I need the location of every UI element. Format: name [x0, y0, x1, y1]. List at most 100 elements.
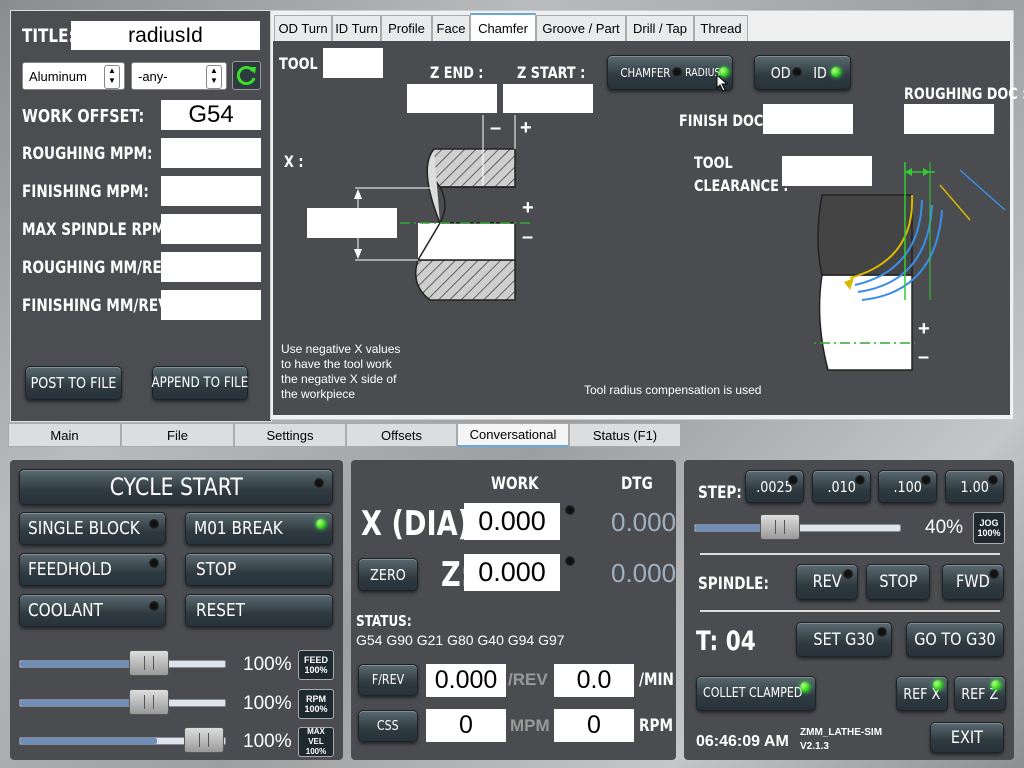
title-input[interactable]: radiusId: [71, 21, 260, 50]
jog-slider-thumb[interactable]: [760, 514, 800, 540]
step-0025-led: [788, 475, 798, 485]
roughing-mpm-field[interactable]: [161, 138, 261, 168]
tab-drill-tap[interactable]: Drill / Tap: [626, 15, 694, 41]
exit-label: EXIT: [950, 727, 984, 748]
tab-face[interactable]: Face: [432, 15, 470, 41]
tab-offsets[interactable]: Offsets: [346, 423, 457, 447]
css-button[interactable]: CSS: [358, 710, 418, 742]
coolant-label: COOLANT: [28, 600, 103, 621]
rpm-reset-button[interactable]: RPM 100%: [298, 689, 334, 719]
feed-reset-button[interactable]: FEED 100%: [298, 650, 334, 680]
spindle-fwd-button[interactable]: FWD: [942, 564, 1004, 600]
tab-conversational[interactable]: Conversational: [457, 423, 569, 447]
tab-id-turn[interactable]: ID Turn: [332, 15, 381, 41]
coolant-button[interactable]: COOLANT: [19, 594, 166, 627]
finishing-mpm-field[interactable]: [161, 176, 261, 206]
jog-reset-button[interactable]: JOG 100%: [973, 512, 1005, 544]
work-offset-field[interactable]: G54: [161, 100, 261, 130]
tab-file[interactable]: File: [121, 423, 234, 447]
set-g30-button[interactable]: SET G30: [796, 622, 892, 657]
maxvel-reset-button[interactable]: MAX VEL 100%: [298, 727, 334, 757]
grade-select[interactable]: -any- ▲ ▼: [131, 62, 227, 90]
stop-label: STOP: [196, 559, 237, 580]
tab-settings[interactable]: Settings: [234, 423, 346, 447]
step-1-00-button[interactable]: 1.00: [945, 470, 1004, 503]
step-1-00-led: [988, 475, 998, 485]
single-block-button[interactable]: SINGLE BLOCK: [19, 512, 166, 545]
append-to-file-button[interactable]: APPEND TO FILE: [152, 366, 248, 400]
tab-status[interactable]: Status (F1): [569, 423, 681, 447]
finishing-mmrev-field[interactable]: [161, 290, 261, 320]
collet-clamped-label: COLLET CLAMPED: [703, 686, 803, 701]
spindle-rpm-value[interactable]: 0: [554, 709, 634, 742]
tool-clearance-label-1: TOOL: [694, 153, 733, 172]
od-id-toggle[interactable]: OD ID: [754, 55, 851, 90]
tab-main[interactable]: Main: [8, 423, 121, 447]
css-value[interactable]: 0: [426, 709, 506, 742]
z-work-value[interactable]: 0.000: [464, 554, 560, 591]
ref-x-button[interactable]: REF X: [896, 676, 948, 711]
z-end-field[interactable]: [407, 84, 497, 113]
divider: [700, 610, 1000, 612]
refresh-button[interactable]: [232, 61, 261, 90]
id-led: [831, 67, 841, 77]
material-select[interactable]: Aluminum ▲ ▼: [22, 62, 125, 90]
go-to-g30-button[interactable]: GO TO G30: [906, 622, 1004, 657]
feed-per-rev-label: F/REV: [371, 672, 405, 688]
chamfer-radius-toggle[interactable]: CHAMFER RADIUS: [607, 55, 733, 90]
finish-doc-field[interactable]: [763, 104, 853, 134]
divider: [700, 553, 1000, 555]
post-to-file-button[interactable]: POST TO FILE: [25, 366, 122, 400]
status-label: STATUS:: [356, 612, 412, 630]
zero-label: ZERO: [370, 565, 406, 584]
work-offset-label: WORK OFFSET:: [22, 106, 145, 127]
max-spindle-rpm-field[interactable]: [161, 214, 261, 244]
tab-od-turn[interactable]: OD Turn: [274, 15, 332, 41]
append-to-file-label: APPEND TO FILE: [151, 375, 249, 391]
step-100-led: [921, 475, 931, 485]
tab-profile[interactable]: Profile: [381, 15, 432, 41]
step-010-button[interactable]: .010: [812, 470, 871, 503]
feedhold-label: FEEDHOLD: [28, 559, 112, 580]
spindle-rev-button[interactable]: REV: [796, 564, 858, 600]
max-spindle-rpm-label: MAX SPINDLE RPM:: [22, 220, 171, 240]
step-100-button[interactable]: .100: [878, 470, 937, 503]
z-start-field[interactable]: [503, 84, 593, 113]
feed-per-min-value[interactable]: 0.0: [554, 664, 634, 697]
cycle-start-button[interactable]: CYCLE START: [19, 469, 333, 505]
mouse-cursor-icon: [716, 74, 729, 92]
jog-speed-percent: 40%: [925, 517, 964, 538]
feed-slider-thumb[interactable]: [129, 650, 169, 676]
exit-button[interactable]: EXIT: [930, 722, 1004, 753]
x-work-value[interactable]: 0.000: [464, 503, 560, 540]
step-0025-button[interactable]: .0025: [745, 470, 804, 503]
chamfer-option-label: CHAMFER: [620, 65, 671, 80]
x-axis-label: X (DIA):: [361, 504, 481, 544]
step-010-led: [855, 475, 865, 485]
maxvel-slider-thumb[interactable]: [184, 727, 224, 753]
feedhold-button[interactable]: FEEDHOLD: [19, 553, 166, 586]
rpm-slider-thumb[interactable]: [129, 689, 169, 715]
reset-button[interactable]: RESET: [185, 594, 333, 627]
collet-clamped-led: [800, 682, 810, 692]
zero-button[interactable]: ZERO: [358, 558, 418, 591]
roughing-mmrev-field[interactable]: [161, 252, 261, 282]
stop-button[interactable]: STOP: [185, 553, 333, 586]
tab-thread[interactable]: Thread: [694, 15, 748, 41]
roughing-mpm-label: ROUGHING MPM:: [22, 144, 153, 164]
x-label: X :: [284, 152, 304, 171]
m01-break-button[interactable]: M01 BREAK: [185, 512, 333, 545]
feed-per-rev-value[interactable]: 0.000: [426, 664, 506, 697]
tool-field[interactable]: [323, 48, 383, 78]
spindle-stop-button[interactable]: STOP: [866, 564, 930, 600]
tab-chamfer[interactable]: Chamfer: [470, 13, 536, 41]
step-100-label: .100: [893, 477, 922, 496]
collet-clamped-button[interactable]: COLLET CLAMPED: [696, 676, 816, 711]
ref-x-led: [933, 680, 943, 690]
tab-groove-part[interactable]: Groove / Part: [536, 15, 626, 41]
current-tool-label: T: 04: [696, 626, 756, 657]
coolant-led: [149, 601, 159, 611]
roughing-doc-field[interactable]: [904, 104, 994, 134]
ref-z-button[interactable]: REF Z: [954, 676, 1006, 711]
feed-per-rev-button[interactable]: F/REV: [358, 664, 418, 696]
